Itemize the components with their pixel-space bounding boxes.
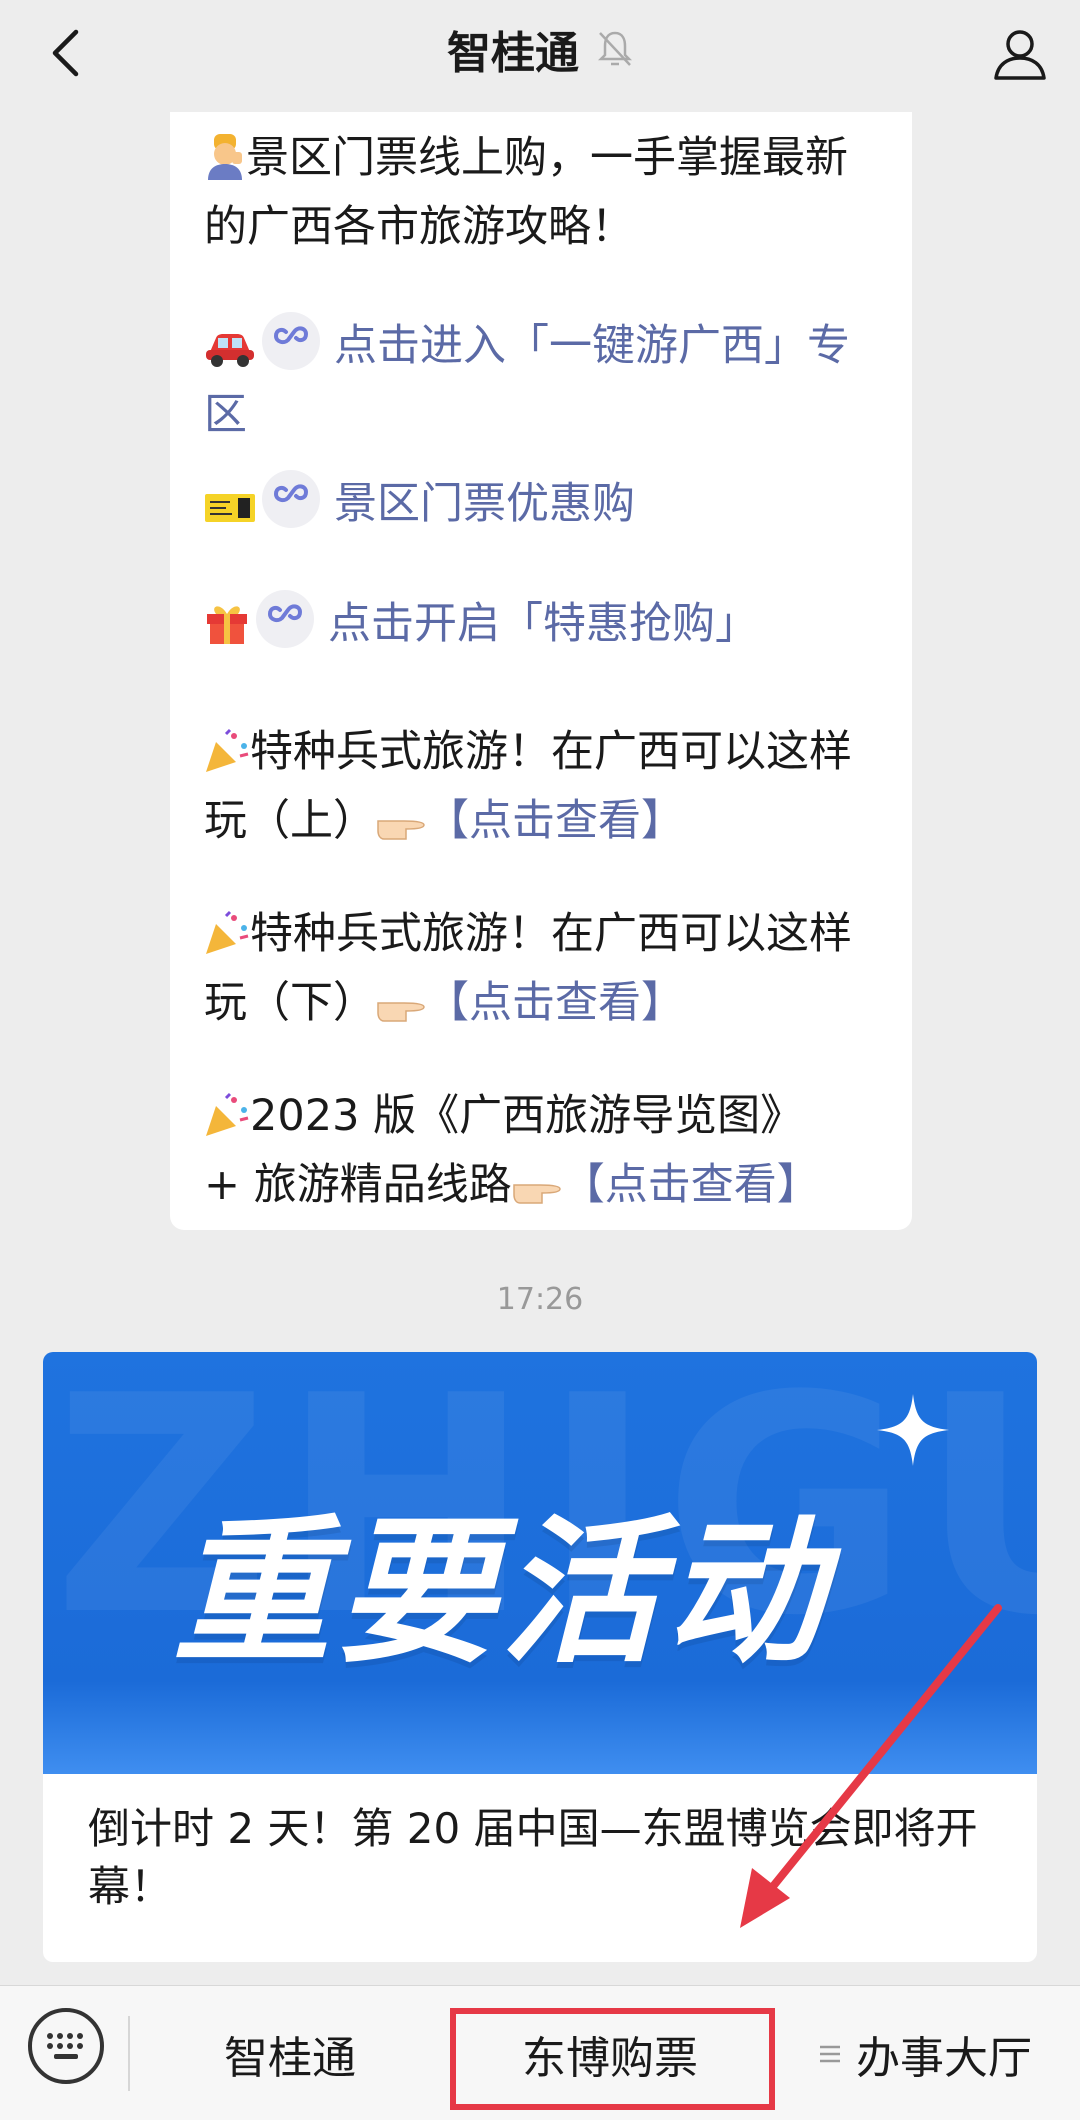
item-line-2: + 旅游精品线路: [204, 1160, 512, 1210]
intro-paragraph: 景区门票线上购，一手掌握最新 的广西各市旅游攻略！: [204, 128, 886, 258]
article-title[interactable]: 倒计时 2 天！第 20 届中国—东盟博览会即将开幕！: [88, 1800, 1008, 1916]
item-line-1: 2023 版《广西旅游导览图》: [250, 1091, 804, 1141]
mini-program-link-icon: [262, 470, 320, 528]
item-line-2: 玩（上）: [204, 796, 376, 846]
top-bar: 智桂通: [0, 0, 1080, 112]
item-line-1: 特种兵式旅游！在广西可以这样: [250, 727, 852, 777]
link-ticket-discount[interactable]: 景区门票优惠购: [204, 470, 886, 543]
mute-bell-icon: [597, 31, 633, 66]
pointing-hand-icon: [376, 799, 426, 860]
item-line-1: 特种兵式旅游！在广西可以这样: [250, 909, 852, 959]
keyboard-icon: [47, 2033, 83, 2059]
keyboard-toggle-button[interactable]: [28, 2008, 104, 2084]
intro-line-1: 景区门票线上购，一手掌握最新: [246, 133, 848, 183]
menu-item-service-hall[interactable]: 办事大厅: [770, 1986, 1080, 2120]
pointing-hand-icon: [512, 1163, 562, 1224]
person-emoji-icon: [204, 132, 246, 197]
annotation-highlight-box: [450, 2008, 775, 2110]
link-label-cont[interactable]: 区: [204, 390, 247, 440]
link-one-key-tour[interactable]: 点击进入「一键游广西」专 区: [204, 312, 886, 446]
view-link[interactable]: 【点击查看】: [426, 796, 684, 846]
message-timestamp: 17:26: [496, 1282, 584, 1317]
item-line-2: 玩（下）: [204, 978, 376, 1028]
party-popper-icon: [204, 1092, 250, 1155]
menu-item-label: 办事大厅: [856, 2032, 1032, 2084]
article-card[interactable]: ZHIGUI 重要活动 倒计时 2 天！第 20 届中国—东盟博览会即将开幕！: [43, 1352, 1037, 1962]
article-banner: ZHIGUI 重要活动: [43, 1352, 1037, 1774]
party-popper-icon: [204, 728, 250, 791]
item-travel-part1: 特种兵式旅游！在广西可以这样 玩（上） 【点击查看】: [204, 722, 886, 860]
car-emoji-icon: [204, 324, 256, 385]
item-travel-map: 2023 版《广西旅游导览图》 + 旅游精品线路 【点击查看】: [204, 1086, 886, 1224]
gift-emoji-icon: [204, 600, 250, 663]
pointing-hand-icon: [376, 981, 426, 1042]
link-label[interactable]: 点击开启「特惠抢购」: [328, 599, 758, 649]
menu-item-zhiguitong[interactable]: 智桂通: [130, 1986, 450, 2120]
chat-title: 智桂通: [447, 28, 579, 79]
link-label[interactable]: 点击进入「一键游广西」专: [334, 321, 850, 371]
profile-button[interactable]: [980, 14, 1060, 94]
user-icon: [994, 30, 1046, 80]
view-link[interactable]: 【点击查看】: [562, 1160, 820, 1210]
view-link[interactable]: 【点击查看】: [426, 978, 684, 1028]
item-travel-part2: 特种兵式旅游！在广西可以这样 玩（下） 【点击查看】: [204, 904, 886, 1042]
intro-line-2: 的广西各市旅游攻略！: [204, 202, 634, 252]
ticket-emoji-icon: [204, 482, 256, 543]
sparkle-icon: [877, 1394, 949, 1466]
mini-program-link-icon: [256, 590, 314, 648]
message-bubble: 景区门票线上购，一手掌握最新 的广西各市旅游攻略！ 点击进入「一键游广西」专 区…: [170, 112, 912, 1230]
link-label[interactable]: 景区门票优惠购: [334, 479, 635, 529]
submenu-lines-icon: [820, 2045, 840, 2062]
mini-program-link-icon: [262, 312, 320, 370]
link-special-sale[interactable]: 点击开启「特惠抢购」: [204, 590, 886, 663]
party-popper-icon: [204, 910, 250, 973]
banner-title: 重要活动: [173, 1501, 829, 1685]
